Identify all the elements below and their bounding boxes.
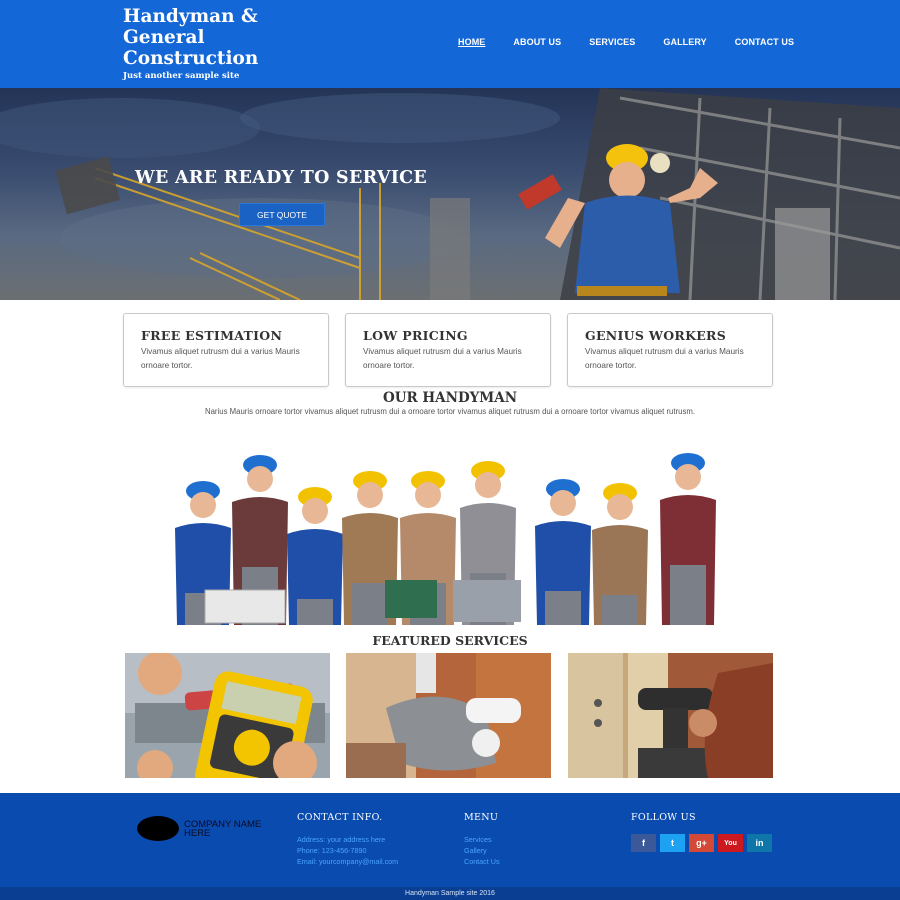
feature-text: Vivamus aliquet rutrusm dui a varius Mau… (141, 347, 300, 370)
company-name: COMPANY NAME HERE (184, 819, 262, 839)
site-header: Handyman & General Construction Just ano… (0, 0, 900, 88)
hero-title: WE ARE READY TO SERVICE (135, 168, 428, 188)
feature-title: LOW PRICING (363, 328, 468, 343)
featured-services-heading: FEATURED SERVICES (372, 633, 528, 648)
follow-us-heading: FOLLOW US (631, 812, 696, 823)
nav-contact-us[interactable]: CONTACT US (735, 37, 794, 47)
feature-text: Vivamus aliquet rutrusm dui a varius Mau… (363, 347, 522, 370)
twitter-icon[interactable]: t (660, 834, 685, 852)
facebook-icon[interactable]: f (631, 834, 656, 852)
handyman-description: Narius Mauris ornoare tortor vivamus ali… (204, 407, 696, 416)
linkedin-icon[interactable]: in (747, 834, 772, 852)
main-nav: HOME ABOUT US SERVICES GALLERY CONTACT U… (458, 37, 822, 47)
contact-email[interactable]: Email: yourcompany@mail.com (297, 857, 398, 866)
team-photo (175, 453, 716, 625)
feature-box-genius-workers: GENIUS WORKERS Vivamus aliquet rutrusm d… (567, 313, 773, 387)
handyman-heading: OUR HANDYMAN (382, 390, 518, 406)
youtube-icon[interactable]: You (718, 834, 743, 852)
nav-about-us[interactable]: ABOUT US (513, 37, 561, 47)
nav-services[interactable]: SERVICES (589, 37, 635, 47)
feature-box-free-estimation: FREE ESTIMATION Vivamus aliquet rutrusm … (123, 313, 329, 387)
copyright: Handyman Sample site 2016 (0, 887, 900, 900)
feature-text: Vivamus aliquet rutrusm dui a varius Mau… (585, 347, 744, 370)
service-image-electrical[interactable] (125, 653, 330, 778)
google-plus-icon[interactable]: g+ (689, 834, 714, 852)
feature-title: GENIUS WORKERS (585, 328, 727, 343)
feature-box-low-pricing: LOW PRICING Vivamus aliquet rutrusm dui … (345, 313, 551, 387)
hero-construction-image (0, 88, 900, 300)
hero-banner: WE ARE READY TO SERVICE GET QUOTE (0, 88, 900, 300)
footer-link-gallery[interactable]: Gallery (464, 846, 487, 855)
company-logo[interactable] (137, 816, 179, 841)
contact-info-heading: CONTACT INFO. (297, 812, 383, 823)
menu-heading: MENU (464, 812, 499, 823)
get-quote-button[interactable]: GET QUOTE (239, 203, 325, 226)
service-image-plumbing[interactable] (346, 653, 551, 778)
contact-phone: Phone: 123-456-7890 (297, 846, 367, 855)
site-title[interactable]: Handyman & General Construction (123, 6, 283, 69)
nav-home[interactable]: HOME (458, 37, 485, 47)
contact-address: Address: your address here (297, 835, 386, 844)
brand[interactable]: Handyman & General Construction Just ano… (123, 6, 283, 81)
footer-link-contact-us[interactable]: Contact Us (464, 857, 500, 866)
nav-gallery[interactable]: GALLERY (663, 37, 706, 47)
site-tagline: Just another sample site (123, 71, 240, 81)
service-image-carpentry[interactable] (568, 653, 773, 778)
feature-title: FREE ESTIMATION (141, 328, 283, 343)
footer-link-services[interactable]: Services (464, 835, 492, 844)
